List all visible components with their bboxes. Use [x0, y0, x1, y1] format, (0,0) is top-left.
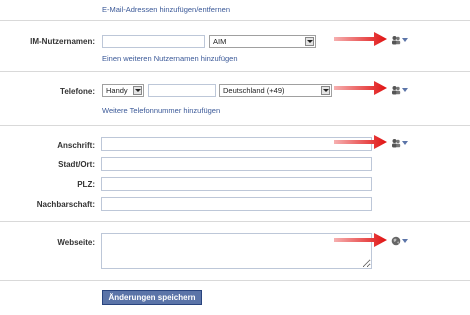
privacy-selector-website[interactable]	[391, 236, 411, 246]
chevron-down-icon	[402, 141, 408, 145]
phone-number-input[interactable]	[148, 84, 216, 97]
dropdown-arrow-icon	[133, 86, 142, 95]
phone-add-link[interactable]: Weitere Telefonnummer hinzufügen	[102, 106, 220, 115]
friends-icon	[392, 36, 401, 45]
red-arrow-icon	[334, 135, 387, 149]
zip-input[interactable]	[101, 177, 372, 191]
chevron-down-icon	[402, 88, 408, 92]
im-add-link[interactable]: Einen weiteren Nutzernamen hinzufügen	[102, 54, 238, 63]
email-manage-link[interactable]: E-Mail-Adressen hinzufügen/entfernen	[102, 5, 230, 14]
phone-type-value: Handy	[106, 86, 128, 95]
chevron-down-icon	[402, 239, 408, 243]
divider	[0, 71, 470, 72]
dropdown-arrow-icon	[321, 86, 330, 95]
im-label: IM-Nutzernamen:	[30, 37, 95, 46]
neighborhood-label: Nachbarschaft:	[36, 200, 95, 209]
city-input[interactable]	[101, 157, 372, 171]
divider	[0, 280, 470, 281]
red-arrow-icon	[334, 32, 387, 46]
city-label: Stadt/Ort:	[58, 160, 95, 169]
street-label: Anschrift:	[57, 141, 95, 150]
chevron-down-icon	[402, 38, 408, 42]
dropdown-arrow-icon	[305, 37, 314, 46]
neighborhood-input[interactable]	[101, 197, 372, 211]
im-service-select[interactable]: AIM	[209, 35, 316, 48]
im-service-value: AIM	[213, 37, 227, 46]
divider	[0, 20, 470, 21]
red-arrow-icon	[334, 81, 387, 95]
red-arrow-icon	[334, 233, 387, 247]
phone-country-value: Deutschland (+49)	[223, 86, 285, 95]
friends-icon	[392, 86, 401, 95]
website-label: Webseite:	[57, 238, 95, 247]
privacy-selector-address[interactable]	[391, 138, 411, 148]
zip-label: PLZ:	[77, 180, 95, 189]
divider	[0, 125, 470, 126]
privacy-selector-im[interactable]	[391, 35, 411, 45]
save-changes-button[interactable]: Änderungen speichern	[102, 290, 202, 305]
globe-icon	[391, 236, 401, 246]
phone-type-select[interactable]: Handy	[102, 84, 144, 97]
website-textarea[interactable]	[101, 233, 372, 269]
privacy-selector-phone[interactable]	[391, 85, 411, 95]
divider	[0, 221, 470, 222]
im-username-input[interactable]	[102, 35, 205, 48]
friends-icon	[392, 139, 401, 148]
phone-country-select[interactable]: Deutschland (+49)	[219, 84, 332, 97]
phone-label: Telefone:	[60, 87, 95, 96]
street-input[interactable]	[101, 137, 372, 151]
